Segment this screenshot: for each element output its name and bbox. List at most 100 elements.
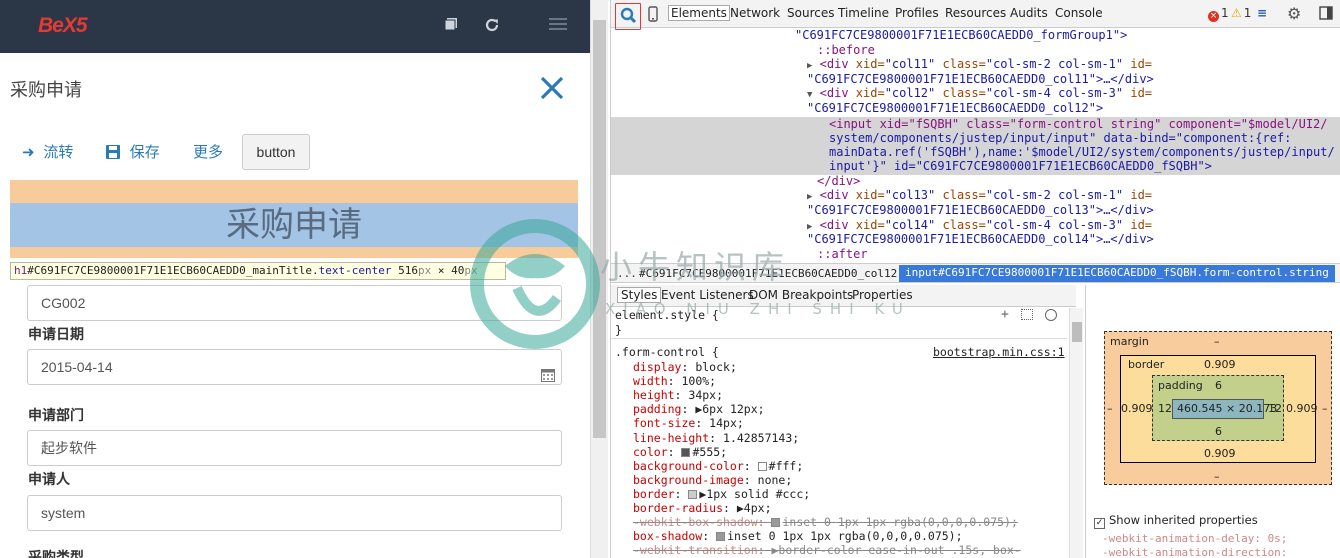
dom-tree: "C691FC7CE9800001F71E1ECB60CAEDD0_formGr… [611,28,1340,264]
css-property[interactable]: background-color: #fff; [633,459,803,473]
css-property[interactable]: -webkit-transition: ▶border-color ease-i… [633,543,1021,557]
date-label: 申请日期 [28,327,84,343]
dom-value: "col-sm-4 col-sm-3" [985,218,1124,232]
tooltip-height: 40 [451,264,465,277]
rule-divider [611,338,1067,339]
tab-elements[interactable]: Elements [668,5,730,21]
css-property-value: #fff; [768,458,804,473]
css-property[interactable]: line-height: 1.42857143; [633,431,799,445]
tab-network[interactable]: Network [730,6,780,20]
toggle-state-icon[interactable] [1021,309,1033,320]
css-property-name: color [633,444,668,459]
color-swatch[interactable] [681,447,691,457]
css-property[interactable]: width: 100%; [633,374,716,388]
padding-left[interactable]: 12 [1158,402,1172,415]
dom-line-selected: input'}" id="C691FC7CE9800001F71E1ECB60C… [829,159,1212,173]
gear-icon[interactable]: ⚙ [1287,4,1301,23]
css-property-name: border [633,486,675,501]
css-property-value: ▶4px; [736,501,772,515]
css-property[interactable]: color: #555; [633,445,727,459]
css-property[interactable]: border-radius: ▶4px; [633,501,772,515]
dom-tag: <div [819,86,856,100]
css-property-value: none; [757,472,793,487]
dom-line: "C691FC7CE9800001F71E1ECB60CAEDD0_col12"… [807,101,1104,115]
animation-icon[interactable] [1045,309,1057,321]
person-input[interactable]: system [27,495,562,531]
dom-line-selected: mainData.ref('fSQBH'),name:'$model/UI2/s… [829,145,1335,159]
error-count[interactable]: × 1 [1208,6,1229,22]
show-inherited-toggle[interactable]: ✓ Show inherited properties [1094,513,1258,529]
watermark-logo [470,219,600,349]
css-property[interactable]: padding: ▶6px 12px; [633,402,765,416]
calendar-icon[interactable] [541,360,555,382]
tab-sources[interactable]: Sources [787,6,834,20]
triangle-right-icon[interactable]: ▶ [807,192,812,202]
checkbox-checked-icon[interactable]: ✓ [1094,518,1105,529]
border-top[interactable]: 0.909 [1204,358,1236,371]
margin-top[interactable]: – [1214,335,1220,348]
refresh-icon[interactable] [483,17,501,35]
dom-line: "C691FC7CE9800001F71E1ECB60CAEDD0_col13"… [807,203,1154,217]
content-size[interactable]: 460.545 × 20.173 [1177,402,1277,415]
margin-right[interactable]: – [1322,402,1328,415]
css-property-value: inset 0 1px 1px rgba(0,0,0,0.075); [782,515,1018,530]
watermark-text: 小牛知识库 [600,248,791,286]
menu-icon[interactable] [549,17,567,35]
triangle-right-icon[interactable]: ▶ [807,61,812,71]
css-property[interactable]: display: block; [633,360,737,374]
drawer-toggle-icon[interactable]: ≡ [1257,6,1267,20]
generic-button[interactable]: button [242,134,310,170]
save-button[interactable]: 保存 [106,135,160,169]
border-left[interactable]: 0.909 [1121,402,1153,415]
forward-label: 流转 [43,143,74,161]
warning-count[interactable]: ⚠ 1 [1231,6,1251,20]
color-swatch[interactable] [688,489,698,499]
tab-profiles[interactable]: Profiles [895,6,939,20]
border-bottom[interactable]: 0.909 [1204,447,1236,460]
tab-audits[interactable]: Audits [1010,6,1048,20]
css-property[interactable]: background-image: none; [633,473,792,487]
margin-left[interactable]: – [1107,402,1113,415]
css-property[interactable]: font-size: 14px; [633,416,744,430]
css-property[interactable]: border: ▶1px solid #ccc; [633,487,810,501]
color-swatch[interactable] [757,461,767,471]
add-icon[interactable]: + [1001,308,1009,322]
dom-attr: xid= [855,218,885,232]
copy-icon[interactable] [442,17,460,35]
close-icon[interactable] [538,74,566,102]
dom-attr: class= [935,218,986,232]
css-property-value: #555; [692,444,728,459]
triangle-down-icon[interactable]: ▼ [807,90,812,100]
tab-timeline[interactable]: Timeline [838,6,889,20]
rule-source-link[interactable]: bootstrap.min.css:1 [933,345,1065,359]
more-button[interactable]: 更多 [193,135,223,169]
css-property-value: block; [695,360,737,374]
css-property[interactable]: height: 34px; [633,388,723,402]
dock-icon[interactable] [1319,6,1333,23]
css-property[interactable]: box-shadow: inset 0 1px 1px rgba(0,0,0,0… [633,529,963,543]
color-swatch[interactable] [771,518,781,528]
forward-button[interactable]: ➜ 流转 [22,135,73,169]
styles-scroll-thumb[interactable] [1072,322,1082,342]
css-property-name: -webkit-transition [633,543,758,558]
margin-bottom[interactable]: – [1214,470,1220,483]
app-root: BeX5 采购申请 ➜ 流转 保存 更多 button 采购申请 h1#C691… [0,0,1340,558]
breadcrumb-item-selected[interactable]: input#C691FC7CE9800001F71E1ECB60CAEDD0_f… [899,265,1335,282]
padding-top[interactable]: 6 [1215,379,1222,392]
styles-scrollbar[interactable] [1069,308,1083,558]
warning-count-value: 1 [1243,6,1252,20]
dept-input[interactable]: 起步软件 [27,430,562,466]
date-input[interactable]: 2015-04-14 [27,349,562,385]
css-property-name: border-radius [633,501,724,515]
css-property[interactable]: -webkit-box-shadow: inset 0 1px 1px rgba… [633,515,1018,529]
triangle-right-icon[interactable]: ▶ [807,222,812,232]
device-mode-icon[interactable] [648,6,658,26]
error-count-value: 1 [1221,6,1229,20]
border-right[interactable]: 0.909 [1286,402,1318,415]
color-swatch[interactable] [716,532,726,542]
rule-selector[interactable]: .form-control { [615,345,719,359]
tab-console[interactable]: Console [1055,6,1103,20]
inspect-element-button[interactable] [615,3,641,30]
tab-resources[interactable]: Resources [945,6,1006,20]
padding-bottom[interactable]: 6 [1215,425,1222,438]
